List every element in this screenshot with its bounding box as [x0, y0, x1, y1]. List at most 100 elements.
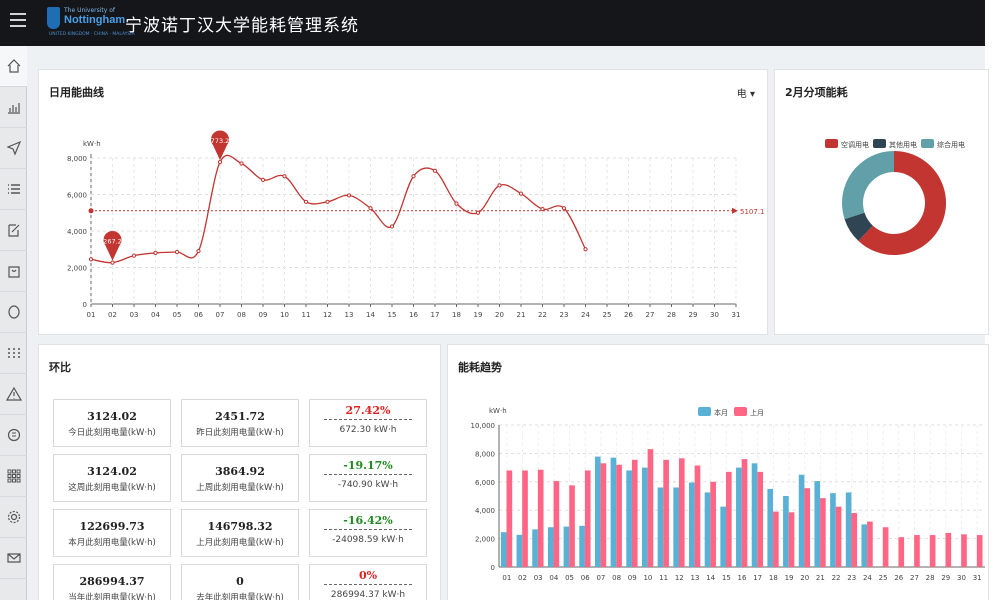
data-point	[389, 224, 395, 229]
bar	[553, 481, 560, 567]
bar	[710, 481, 716, 567]
stat-label: 今日此刻用电量(kW·h)	[68, 428, 156, 438]
sidebar-item-list[interactable]	[0, 169, 27, 210]
percent-change: -16.42%	[343, 514, 393, 527]
crest-icon	[47, 7, 60, 29]
sidebar-item-circle[interactable]	[0, 292, 27, 333]
x-tick-label: 01	[502, 574, 511, 582]
divider	[324, 474, 412, 475]
sidebar-item-dots[interactable]	[0, 333, 27, 374]
stat-label: 上月此刻用电量(kW·h)	[196, 538, 284, 548]
legend-swatch	[734, 407, 747, 416]
bar	[657, 487, 664, 567]
daily-curve-card: 日用能曲线 电 ▾ 0 2,000 4,000 6,000 8,000 kW·h 01 02 0…	[38, 69, 768, 335]
x-tick-label: 05	[173, 311, 182, 319]
sidebar-item-mail[interactable]	[0, 538, 27, 579]
bar	[726, 471, 732, 567]
y-tick-label: 4,000	[67, 228, 87, 236]
y-tick-label: 8,000	[67, 155, 87, 163]
sidebar-item-bag[interactable]	[0, 251, 27, 292]
bar	[506, 470, 513, 567]
x-tick-label: 31	[732, 311, 741, 319]
stat-label: 本月此刻用电量(kW·h)	[68, 538, 156, 548]
grid-dots-icon	[7, 348, 20, 358]
x-tick-label: 20	[495, 311, 504, 319]
sidebar-item-home[interactable]	[0, 46, 27, 87]
bar	[569, 485, 575, 567]
bar	[861, 524, 868, 567]
bar	[641, 467, 648, 567]
sidebar-item-apps[interactable]	[0, 456, 27, 497]
y-axis-label: kW·h	[83, 140, 101, 148]
stat-label: 昨日此刻用电量(kW·h)	[196, 428, 284, 438]
bar	[929, 535, 936, 567]
bar	[537, 469, 544, 567]
percent-change: -19.17%	[343, 459, 393, 472]
x-tick-label: 29	[689, 311, 698, 319]
stat-value: 2451.72	[215, 410, 265, 423]
x-tick-label: 04	[549, 574, 558, 582]
bar	[704, 492, 711, 567]
university-logo[interactable]: The University of Nottingham UNITED KING…	[47, 5, 135, 41]
stat-month-change: -16.42% -24098.59 kW·h	[309, 509, 427, 557]
legend-label: 其他用电	[889, 140, 917, 149]
stat-value: 0	[236, 575, 244, 588]
x-tick-label: 14	[706, 574, 715, 582]
category-energy-card: 2月分项能耗 空调用电 其他用电 综合用电	[774, 69, 989, 335]
legend-swatch	[825, 139, 838, 148]
y-tick-label: 0	[491, 564, 495, 572]
x-tick-label: 12	[675, 574, 684, 582]
max-min-marker	[103, 230, 122, 261]
x-tick-label: 17	[753, 574, 762, 582]
x-tick-label: 09	[259, 311, 268, 319]
logo-line2: Nottingham	[64, 14, 126, 26]
x-tick-label: 12	[323, 311, 332, 319]
stat-value: 122699.73	[79, 520, 145, 533]
x-tick-label: 23	[560, 311, 569, 319]
stat-label: 这周此刻用电量(kW·h)	[68, 483, 156, 493]
sidebar-item-settings[interactable]	[0, 497, 27, 538]
bar	[851, 513, 858, 567]
menu-icon[interactable]	[10, 13, 26, 27]
coin-icon	[7, 428, 20, 442]
stat-label: 当年此刻用电量(kW·h)	[68, 593, 156, 600]
bar	[835, 506, 842, 567]
stat-last-month: 146798.32 上月此刻用电量(kW·h)	[181, 509, 299, 557]
sidebar-item-alarm[interactable]	[0, 374, 27, 415]
bar	[594, 456, 601, 567]
x-tick-label: 21	[816, 574, 825, 582]
sidebar-item-send[interactable]	[0, 128, 27, 169]
bar	[584, 470, 591, 567]
legend-swatch	[698, 407, 711, 416]
bar	[610, 457, 617, 567]
data-point	[325, 199, 330, 204]
marker-label: 2267.26	[99, 238, 126, 246]
sidebar-item-chart[interactable]	[0, 87, 27, 128]
data-point	[561, 206, 567, 211]
x-tick-label: 20	[800, 574, 809, 582]
sidebar-item-cost[interactable]	[0, 415, 27, 456]
x-tick-label: 01	[87, 311, 96, 319]
series-line	[90, 154, 587, 264]
bar	[626, 470, 632, 567]
bar	[814, 481, 821, 567]
sidebar-item-edit[interactable]	[0, 210, 27, 251]
comparison-card: 环比 3124.02 今日此刻用电量(kW·h) 2451.72 昨日此刻用电量…	[38, 344, 441, 600]
x-tick-label: 29	[941, 574, 950, 582]
bar	[751, 463, 758, 567]
data-point	[518, 191, 524, 196]
y-tick-label: 2,000	[475, 536, 495, 544]
legend-label: 本月	[714, 408, 728, 417]
stat-today: 3124.02 今日此刻用电量(kW·h)	[53, 399, 171, 447]
category-pie-chart: 空调用电 其他用电 综合用电	[825, 139, 965, 256]
x-tick-label: 09	[628, 574, 637, 582]
circle-icon	[7, 305, 20, 319]
bar	[720, 506, 727, 567]
x-tick-label: 22	[538, 311, 547, 319]
y-axis-label: kW·h	[489, 407, 507, 415]
bar	[804, 488, 811, 567]
data-point	[88, 257, 94, 262]
y-tick-label: 6,000	[67, 192, 87, 200]
x-tick-label: 17	[431, 311, 440, 319]
difference-value: 672.30 kW·h	[339, 425, 397, 435]
